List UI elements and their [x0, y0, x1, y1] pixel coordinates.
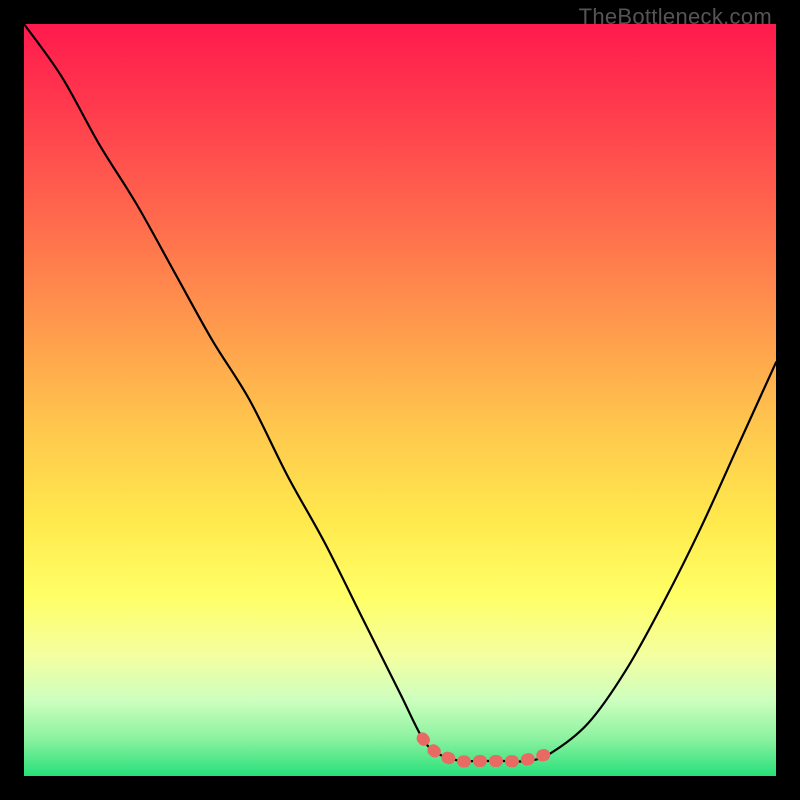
chart-frame: TheBottleneck.com: [0, 0, 800, 800]
plot-area: [24, 24, 776, 776]
chart-svg: [24, 24, 776, 776]
highlight-line: [423, 738, 551, 761]
curve-line: [24, 24, 776, 762]
